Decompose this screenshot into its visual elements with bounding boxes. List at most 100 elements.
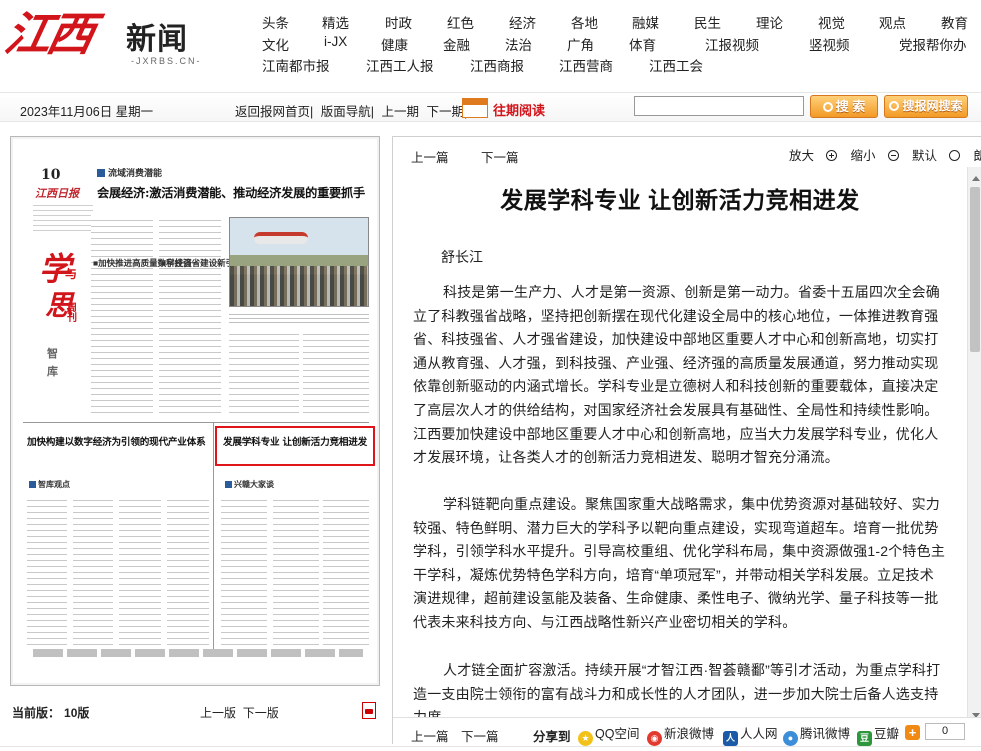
share-more-button[interactable]: + [905,723,922,741]
nav-link-party-help[interactable]: 党报帮你办 [899,34,967,54]
read-aloud-label: 朗读 [973,149,981,163]
tencent-weibo-icon: ● [783,731,798,746]
nav-link-regions[interactable]: 各地 [571,12,598,32]
current-page-label: 当前版： 10版 [12,704,89,721]
nav-link-education[interactable]: 教育 [941,12,968,32]
search-icon [889,101,900,111]
nav-link-red[interactable]: 红色 [447,12,474,32]
prev-article-link-bottom[interactable]: 上一篇 [411,726,449,745]
photo-aircraft [254,232,308,244]
nav-link-jiangnan-metro[interactable]: 江南都市报 [262,55,330,75]
weibo-icon: ◉ [647,731,662,746]
read-aloud-button[interactable]: 朗读 [974,149,981,163]
home-link[interactable]: 返回报网首页| [235,105,313,119]
nav-link-wide-angle[interactable]: 广角 [567,34,594,54]
pdf-icon[interactable] [362,702,376,719]
nav-link-livelihood[interactable]: 民生 [694,12,721,32]
default-size-button[interactable]: 默认 [912,149,961,163]
nav-link-politics[interactable]: 时政 [385,12,412,32]
issue-date: 2023年11月06日 星期一 [20,105,154,119]
share-qzone-label: QQ空间 [595,727,640,741]
nav-link-media[interactable]: 融媒 [632,12,659,32]
nav-link-featured[interactable]: 精选 [322,12,349,32]
nav-link-culture[interactable]: 文化 [262,34,289,54]
nav-link-jx-yingshang[interactable]: 江西营商 [559,55,613,75]
zoom-out-button[interactable]: 缩小 [851,149,899,163]
story-link-digital-economy[interactable]: 加快构建以数字经济为引领的现代产业体系 [27,434,206,448]
douban-icon: 豆 [857,731,872,746]
share-count: 0 [925,723,965,740]
logo-domain: -JXRBS.CN- [131,56,202,66]
paper-search-button[interactable]: 搜报网搜索 [884,95,968,118]
text-column [167,495,209,645]
nav-link-jx-workers[interactable]: 江西工人报 [366,55,434,75]
nav-link-visual[interactable]: 视觉 [818,12,845,32]
qzone-icon: ★ [578,731,593,746]
archive-link[interactable]: 往期阅读 [493,100,545,119]
logo-name: 新闻 [126,22,188,57]
nav-link-jx-union[interactable]: 江西工会 [649,55,703,75]
search-input[interactable] [634,96,804,116]
zoom-in-button[interactable]: 放大 [789,149,838,163]
page-headline[interactable]: 会展经济:激活消费潜能、推动经济发展的重要抓手 [97,183,365,201]
text-column [303,329,369,415]
nav-link-jx-business[interactable]: 江西商报 [470,55,524,75]
text-column [323,495,369,645]
page-footer-nav: 当前版： 10版 上一版 下一版 [10,700,380,722]
nav-link-theory[interactable]: 理论 [756,12,783,32]
section-nav-link[interactable]: 版面导航| [321,105,374,119]
page-number: 10 [41,167,61,183]
prev-article-link[interactable]: 上一篇 [411,147,449,166]
article-content[interactable]: 发展学科专业 让创新活力竞相进发 舒长江 科技是第一生产力、人才是第一资源、创新… [393,167,967,727]
logo-mark: 江西 [0,7,96,61]
page-meta-text [33,201,93,235]
share-tencent-label: 腾讯微博 [800,727,851,741]
text-column [119,495,161,645]
plus-circle-icon [826,150,838,161]
selected-article-highlight[interactable] [215,426,375,466]
next-page-link[interactable]: 下一版 [243,706,279,720]
nav-link-vertical-video[interactable]: 竖视频 [809,34,850,54]
nav-link-law[interactable]: 法治 [505,34,532,54]
toolbar: 2023年11月06日 星期一 返回报网首页| 版面导航| 上一期 下一期| 往… [0,92,981,122]
share-douban-label: 豆瓣 [874,727,900,741]
nav-link-headline[interactable]: 头条 [262,12,289,32]
next-article-link-bottom[interactable]: 下一篇 [461,726,499,745]
nav-link-opinion[interactable]: 观点 [879,12,906,32]
nav-link-finance[interactable]: 金融 [443,34,470,54]
paper-search-label: 搜报网搜索 [902,99,963,113]
prev-issue-link[interactable]: 上一期 [381,105,419,119]
site-logo[interactable]: 江西 新闻 -JXRBS.CN- [0,4,206,70]
text-column [221,495,267,645]
scroll-up-arrow-icon[interactable] [972,176,980,181]
default-size-label: 默认 [912,149,938,163]
article-toolbar: 上一篇 下一篇 放大 缩小 默认 朗读 [393,137,981,167]
nav-link-health[interactable]: 健康 [381,34,408,54]
prev-page-link[interactable]: 上一版 [200,706,236,720]
current-page-label-text: 当前版： [12,706,61,720]
article-scrollbar[interactable] [967,167,981,727]
share-qzone-button[interactable]: ★ QQ空间 [578,723,640,746]
newspaper-page[interactable]: 10 江西日报 流域消费潜能 会展经济:激活消费潜能、推动经济发展的重要抓手 学… [13,139,377,683]
renren-icon: 人 [723,731,738,746]
page-bottom-divider [0,746,981,747]
share-weibo-button[interactable]: ◉ 新浪微博 [647,723,714,746]
share-tencent-weibo-button[interactable]: ● 腾讯微博 [783,723,851,746]
share-renren-button[interactable]: 人人人网 [723,723,778,746]
calendar-icon[interactable] [462,98,488,118]
nav-link-ijx[interactable]: i-JX [324,34,347,49]
share-douban-button[interactable]: 豆豆瓣 [857,723,900,746]
minus-circle-icon [887,150,899,161]
nav-link-economy[interactable]: 经济 [509,12,536,32]
text-column [91,215,153,415]
circle-icon [949,150,961,161]
search-button[interactable]: 搜 索 [810,95,878,118]
page-section-label: 流域消费潜能 [97,166,162,179]
nav-link-jxrb-video[interactable]: 江报视频 [705,34,759,54]
article-panel: 上一篇 下一篇 放大 缩小 默认 朗读 发展学科专业 让创新活力竞相进发 舒长江… [392,136,981,746]
scrollbar-thumb[interactable] [970,187,980,352]
text-column [73,495,113,645]
next-article-link[interactable]: 下一篇 [481,147,519,166]
nav-link-sports[interactable]: 体育 [629,34,656,54]
column-logo-char-2: 与 [65,267,78,281]
